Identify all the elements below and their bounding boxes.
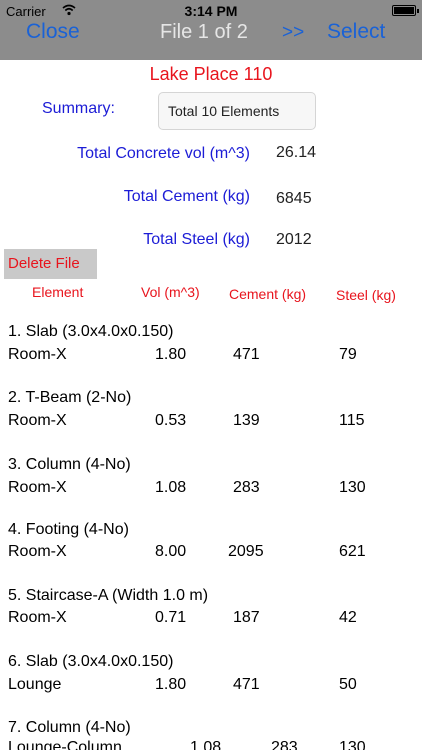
entry-cement: 283 [271,739,298,750]
entry-volume: 0.71 [155,609,187,626]
delete-file-button[interactable]: Delete File [4,249,97,279]
column-header-element: Element [32,284,84,300]
concrete-volume-value: 26.14 [276,144,317,161]
file-counter-title: File 1 of 2 [160,21,248,43]
entry-name: 5. Staircase-A (Width 1.0 m) [8,587,209,604]
entry-cement: 187 [233,609,260,626]
concrete-volume-label: Total Concrete vol (m^3) [77,145,250,162]
status-bar: Carrier 3:14 PM [0,0,422,22]
entry-name: 3. Column (4-No) [8,456,131,473]
cement-total-value: 6845 [276,190,312,207]
entry-cement: 2095 [228,543,264,560]
entry-volume: 1.80 [155,346,187,363]
column-header-volume: Vol (m^3) [141,284,200,300]
entry-volume: 1.08 [190,739,222,750]
summary-field[interactable]: Total 10 Elements [158,92,316,130]
entry-steel: 42 [339,609,357,626]
entry-steel: 79 [339,346,357,363]
entry-steel: 115 [339,412,365,429]
cement-total-label: Total Cement (kg) [123,188,250,205]
column-header-cement: Cement (kg) [229,286,307,302]
entry-name: 2. T-Beam (2-No) [8,389,132,406]
entry-cement: 283 [233,479,260,496]
entry-name: 7. Column (4-No) [8,719,131,736]
entry-cement: 139 [233,412,260,429]
entry-room: Lounge-Column [8,739,122,750]
steel-total-value: 2012 [276,231,312,248]
entry-cement: 471 [233,676,260,693]
steel-total-label: Total Steel (kg) [143,231,250,248]
entry-name: 1. Slab (3.0x4.0x0.150) [8,323,174,340]
entry-cement: 471 [233,346,260,363]
entry-volume: 1.08 [155,479,187,496]
column-header-steel: Steel (kg) [336,287,396,303]
next-file-button[interactable]: >> [282,23,304,43]
status-time: 3:14 PM [184,3,238,19]
entry-volume: 0.53 [155,412,187,429]
entry-room: Room-X [8,543,67,560]
entry-room: Lounge [8,676,62,693]
entry-room: Room-X [8,346,67,363]
summary-label: Summary: [42,100,115,117]
entry-room: Room-X [8,479,67,496]
select-button[interactable]: Select [327,21,385,42]
file-title: Lake Place 110 [149,64,273,84]
entry-steel: 130 [339,479,366,496]
entry-volume: 8.00 [155,543,187,560]
entry-steel: 130 [339,739,366,750]
close-button[interactable]: Close [26,21,80,42]
entry-steel: 621 [339,543,366,560]
navigation-bar: Close File 1 of 2 >> Select [0,21,422,60]
entry-room: Room-X [8,412,67,429]
entry-name: 4. Footing (4-No) [8,521,129,538]
entry-steel: 50 [339,676,357,693]
entry-volume: 1.80 [155,676,187,693]
entry-room: Room-X [8,609,67,626]
battery-icon [392,5,419,16]
entry-name: 6. Slab (3.0x4.0x0.150) [8,653,174,670]
